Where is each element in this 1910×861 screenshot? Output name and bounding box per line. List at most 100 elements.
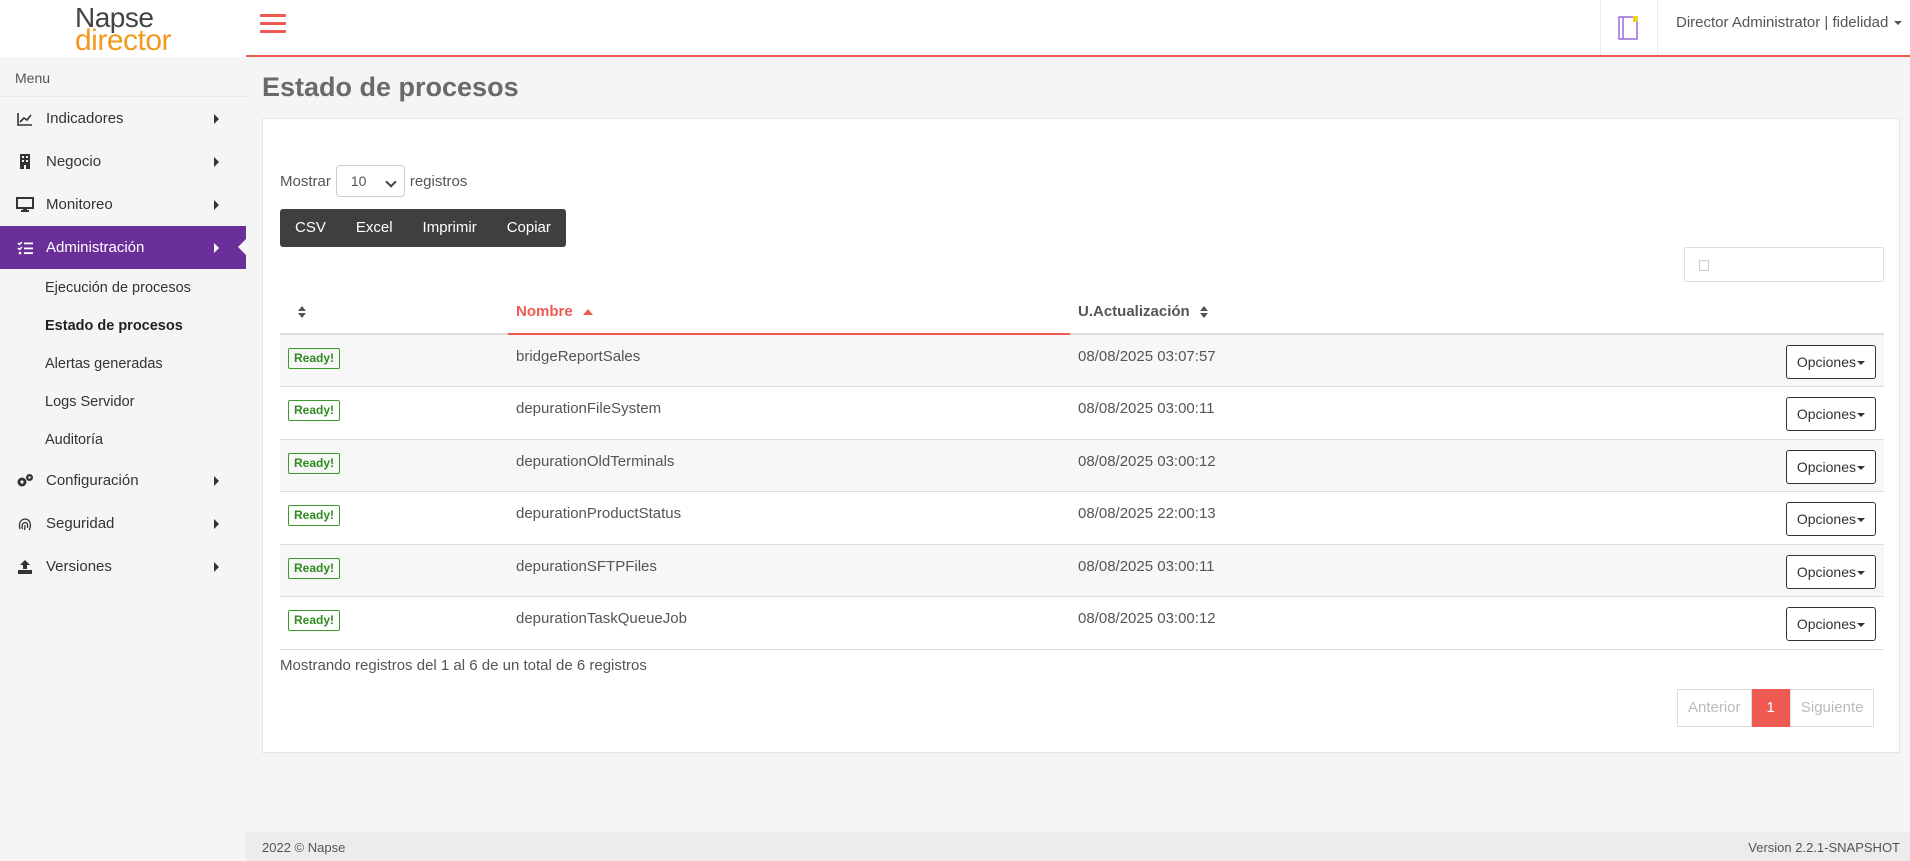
user-dropdown[interactable]: Director Administrator | fidelidad — [1676, 14, 1903, 31]
excel-button[interactable]: Excel — [341, 209, 408, 247]
logo-text-director: director — [75, 24, 172, 57]
sidebar-item-seguridad[interactable]: Seguridad — [0, 502, 246, 545]
sidebar-subitem-ejecucion-de-procesos[interactable]: Ejecución de procesos — [0, 269, 246, 307]
process-name: bridgeReportSales — [516, 348, 641, 365]
sidebar-subitem-estado-de-procesos[interactable]: Estado de procesos — [0, 307, 246, 345]
process-name: depurationSFTPFiles — [516, 557, 657, 575]
page-size-select[interactable]: 10 — [335, 165, 405, 197]
sidebar-subitem-auditoria[interactable]: Auditoría — [0, 421, 246, 459]
documentation-button[interactable] — [1600, 0, 1658, 55]
sidebar-item-label: Indicadores — [46, 110, 124, 127]
pagination-page-1[interactable]: 1 — [1751, 689, 1790, 727]
building-icon — [16, 153, 34, 171]
caret-right-icon — [214, 157, 219, 167]
sort-icon — [298, 305, 306, 318]
updated-at: 08/08/2025 03:07:57 — [1078, 348, 1216, 365]
options-button[interactable]: Opciones — [1785, 607, 1876, 641]
napse-director-logo[interactable]: Napse director — [0, 0, 246, 57]
fingerprint-icon — [16, 515, 34, 533]
process-name: depurationTaskQueueJob — [516, 610, 687, 627]
process-name: depurationFileSystem — [516, 400, 662, 417]
updated-at: 08/08/2025 03:00:12 — [1078, 610, 1216, 627]
chevron-down-icon — [1857, 361, 1865, 366]
caret-right-icon — [214, 114, 219, 124]
pagination: Anterior 1 Siguiente — [1677, 689, 1875, 727]
sidebar-item-label: Negocio — [46, 153, 102, 170]
status-badge: Ready! — [288, 557, 341, 579]
sidebar-item-label: Monitoreo — [46, 196, 113, 213]
options-button[interactable]: Opciones — [1785, 397, 1876, 431]
sidebar-item-label: Versiones — [46, 558, 112, 575]
chevron-down-icon — [1857, 570, 1865, 575]
page-title: Estado de procesos — [262, 72, 519, 102]
top-navbar: Napse director Director Administrator | … — [0, 0, 1910, 57]
column-header-nombre[interactable]: Nombre — [508, 289, 1070, 335]
tasks-icon — [16, 239, 34, 257]
table-row: Ready! depurationOldTerminals 08/08/2025… — [280, 439, 1884, 492]
records-label: registros — [409, 172, 468, 190]
column-header-actualizacion[interactable]: U.Actualización — [1070, 289, 1884, 335]
search-input[interactable] — [1684, 247, 1884, 282]
footer-version: Version 2.2.1-SNAPSHOT — [1748, 840, 1900, 855]
updated-at: 08/08/2025 03:00:11 — [1078, 400, 1215, 417]
updated-at: 08/08/2025 03:00:11 — [1078, 557, 1215, 575]
sidebar-item-administracion[interactable]: Administración — [0, 226, 246, 269]
footer: 2022 © Napse Version 2.2.1-SNAPSHOT — [246, 832, 1910, 861]
chevron-down-icon — [1857, 623, 1865, 628]
caret-right-icon — [214, 200, 219, 210]
updated-at: 08/08/2025 22:00:13 — [1078, 505, 1216, 522]
gears-icon — [16, 472, 34, 490]
page-size-value: 10 — [350, 173, 367, 189]
column-header-status[interactable] — [280, 289, 508, 335]
options-button[interactable]: Opciones — [1785, 502, 1876, 536]
table-header-row: Nombre U.Actualización — [280, 289, 1884, 335]
csv-button[interactable]: CSV — [280, 209, 341, 247]
chart-line-icon — [16, 110, 34, 128]
sidebar-item-versiones[interactable]: Versiones — [0, 545, 246, 588]
updated-at: 08/08/2025 03:00:12 — [1078, 452, 1216, 470]
options-button[interactable]: Opciones — [1785, 449, 1876, 484]
copy-button[interactable]: Copiar — [492, 209, 566, 247]
caret-right-icon — [214, 243, 219, 253]
chevron-down-icon — [1857, 465, 1865, 470]
sidebar-item-negocio[interactable]: Negocio — [0, 140, 246, 183]
book-icon — [1618, 15, 1638, 40]
user-name: Director Administrator | fidelidad — [1676, 14, 1889, 31]
page-size-control: Mostrar 10 registros — [280, 165, 467, 197]
sidebar-item-indicadores[interactable]: Indicadores — [0, 97, 246, 140]
upload-icon — [16, 558, 34, 576]
menu-title: Menu — [0, 59, 246, 97]
options-button[interactable]: Opciones — [1785, 345, 1876, 379]
sidebar: Menu Indicadores Negocio Monitoreo Admin… — [0, 59, 246, 861]
sidebar-item-monitoreo[interactable]: Monitoreo — [0, 183, 246, 226]
status-badge: Ready! — [288, 348, 341, 369]
sort-ascending-icon — [582, 308, 593, 315]
table-row: Ready! depurationFileSystem 08/08/2025 0… — [280, 387, 1884, 439]
options-button[interactable]: Opciones — [1785, 554, 1876, 589]
sidebar-subitem-alertas-generadas[interactable]: Alertas generadas — [0, 345, 246, 383]
sidebar-item-configuracion[interactable]: Configuración — [0, 459, 246, 502]
table-info: Mostrando registros del 1 al 6 de un tot… — [280, 657, 647, 674]
pagination-next[interactable]: Siguiente — [1789, 689, 1875, 727]
caret-right-icon — [214, 519, 219, 529]
chevron-down-icon — [1857, 518, 1865, 523]
table-row: Ready! depurationProductStatus 08/08/202… — [280, 492, 1884, 544]
sidebar-subitem-logs-servidor[interactable]: Logs Servidor — [0, 383, 246, 421]
export-button-group: CSV Excel Imprimir Copiar — [280, 209, 566, 247]
processes-table: Nombre U.Actualización Ready! bridgeRepo… — [280, 289, 1884, 650]
status-badge: Ready! — [288, 610, 341, 631]
status-badge: Ready! — [288, 452, 341, 474]
status-badge: Ready! — [288, 400, 341, 421]
chevron-down-icon — [1894, 21, 1903, 26]
pagination-previous[interactable]: Anterior — [1677, 689, 1752, 727]
show-label: Mostrar — [280, 172, 331, 190]
print-button[interactable]: Imprimir — [408, 209, 492, 247]
table-row: Ready! depurationTaskQueueJob 08/08/2025… — [280, 597, 1884, 649]
sidebar-item-label: Seguridad — [46, 515, 115, 532]
search-icon — [1699, 260, 1709, 271]
status-badge: Ready! — [288, 505, 341, 526]
process-name: depurationOldTerminals — [516, 452, 675, 470]
desktop-icon — [16, 196, 34, 214]
hamburger-menu-icon[interactable] — [260, 14, 286, 36]
footer-copyright: 2022 © Napse — [262, 840, 346, 855]
